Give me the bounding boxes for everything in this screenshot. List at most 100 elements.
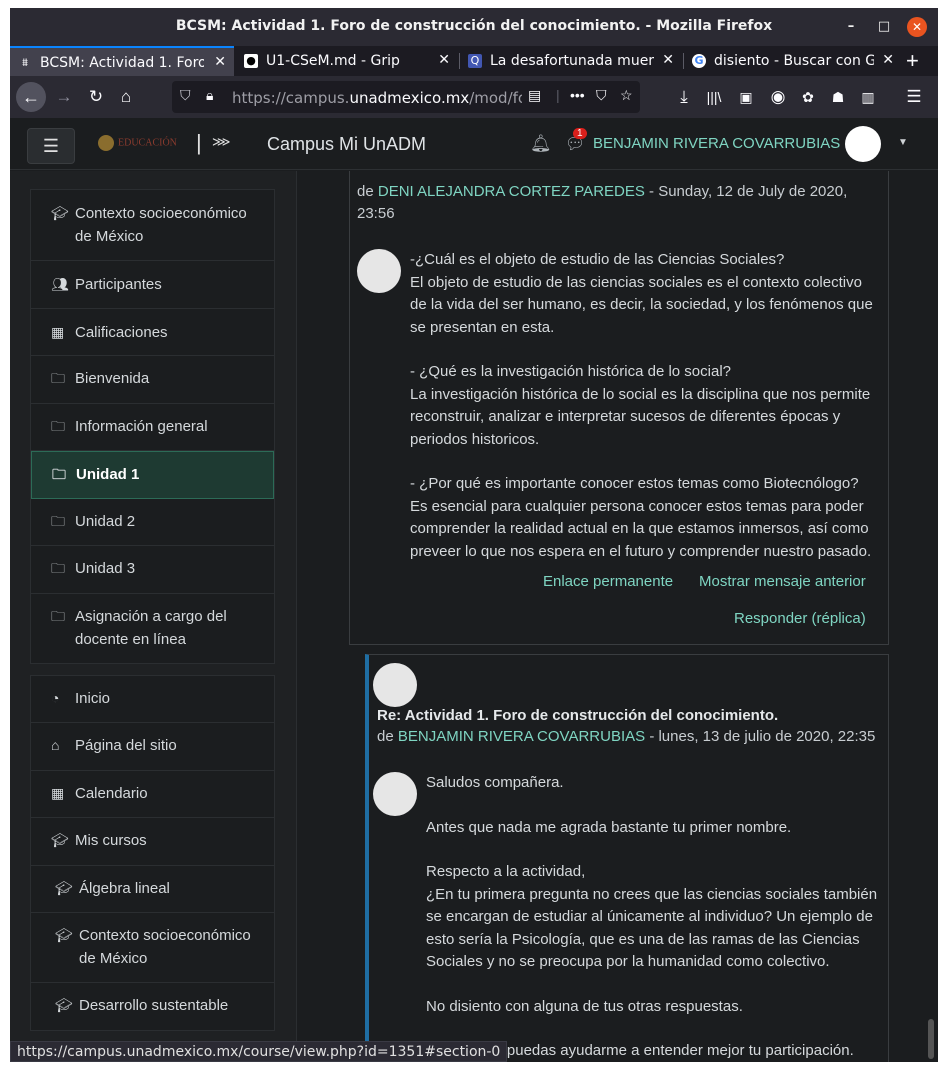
account-icon[interactable]: ◉	[766, 85, 790, 109]
show-parent-link[interactable]: Mostrar mensaje anterior	[699, 573, 866, 590]
sidebar-item-course[interactable]: 🎓︎ Contexto socioeconómico de México	[31, 190, 274, 261]
lock-icon[interactable]: 🔒︎	[206, 87, 213, 104]
graduation-cap-icon: 🎓︎	[51, 205, 69, 221]
post-message: -¿Cuál es el objeto de estudio de las Ci…	[410, 251, 873, 560]
site-nav: ◔ Inicio ⌂ Página del sitio ▦ Calendario 🎓︎…	[30, 675, 275, 1031]
site-name[interactable]: Campus Mi UnADM	[267, 134, 426, 155]
sidebar-item-site-page[interactable]: ⌂ Página del sitio	[31, 723, 274, 771]
title-bar: BCSM: Actividad 1. Foro de construcción …	[10, 8, 938, 46]
tab-strip: ⩩ BCSM: Actividad 1. Foro ✕ ● U1-CSeM.md…	[10, 46, 938, 76]
sep-logo[interactable]: EDUCACIÓN	[98, 135, 177, 151]
close-tab-icon[interactable]: ✕	[662, 52, 674, 68]
tab-label: La desafortunada muerte	[490, 53, 654, 69]
url-bar[interactable]: ⛉ 🔒︎ https://campus.unadmexico.mx/mod/fo…	[172, 81, 640, 113]
sidebar-item-algebra[interactable]: 🎓︎ Álgebra lineal	[31, 866, 274, 913]
author-avatar[interactable]	[373, 663, 417, 707]
campus-icon: ⩩	[22, 56, 28, 69]
tracking-shield-icon[interactable]: ⛉	[180, 87, 191, 104]
graduation-cap-icon: 🎓︎	[55, 997, 73, 1013]
reply-link[interactable]: Responder (réplica)	[734, 610, 866, 627]
close-tab-icon[interactable]: ✕	[882, 52, 894, 68]
tab-forum[interactable]: ⩩ BCSM: Actividad 1. Foro ✕	[10, 46, 234, 76]
extension-avatar-icon[interactable]: ☗	[826, 85, 850, 109]
site-header: ☰ EDUCACIÓN | ⋙ Campus Mi UnADM 🔔︎ 💬︎ 1 B…	[10, 118, 938, 170]
scrollbar-thumb[interactable]	[928, 1019, 934, 1059]
author-avatar[interactable]	[357, 249, 401, 293]
reader-view-icon[interactable]: ▤	[528, 87, 541, 104]
sidebar-toggle-icon[interactable]: ▣	[734, 85, 758, 109]
post-message: Saludos compañera. Antes que nada me agr…	[426, 774, 878, 1059]
sidebar-item-contexto[interactable]: 🎓︎ Contexto socioeconómico de México	[31, 913, 274, 983]
sidebar-item-unidad-2[interactable]: 🗀 Unidad 2	[31, 499, 274, 546]
unadm-logo-icon[interactable]: ⋙	[212, 134, 231, 150]
notifications-bell-icon[interactable]: 🔔︎	[530, 134, 552, 154]
menu-icon[interactable]: ☰	[902, 85, 926, 109]
extension-icon[interactable]: ✿	[796, 85, 820, 109]
pocket-icon[interactable]: ⛉	[596, 87, 607, 104]
seal-icon	[98, 135, 114, 151]
user-name[interactable]: BENJAMIN RIVERA COVARRUBIAS	[593, 135, 840, 152]
permalink-link[interactable]: Enlace permanente	[543, 573, 673, 590]
navigation-bar: ← → ↻ ⌂ ⛉ 🔒︎ https://campus.unadmexico.m…	[10, 76, 938, 118]
forum-content: de DENI ALEJANDRA CORTEZ PAREDES - Sunda…	[296, 171, 924, 1062]
messages-icon[interactable]: 💬︎ 1	[565, 128, 587, 154]
sidebar-item-sustentable[interactable]: 🎓︎ Desarrollo sustentable	[31, 983, 274, 1030]
page-actions-icon[interactable]: •••	[570, 87, 585, 103]
sidebar-item-inicio[interactable]: ◔ Inicio	[31, 676, 274, 723]
downloads-icon[interactable]: ⤓	[672, 85, 696, 109]
navigation-drawer: 🎓︎ Contexto socioeconómico de México 👥︎ Pa…	[10, 171, 296, 1062]
post-byline: de BENJAMIN RIVERA COVARRUBIAS - lunes, …	[377, 728, 876, 745]
maximize-button[interactable]: □	[874, 17, 894, 37]
user-avatar[interactable]	[845, 126, 881, 162]
sidebar-item-calendar[interactable]: ▦ Calendario	[31, 771, 274, 818]
quizlet-icon: Q	[468, 54, 482, 68]
post-byline: de DENI ALEJANDRA CORTEZ PAREDES - Sunda…	[357, 183, 848, 222]
calendar-icon: ▦	[51, 785, 65, 801]
sidebar-item-general-info[interactable]: 🗀 Información general	[31, 404, 274, 451]
reload-button[interactable]: ↻	[84, 85, 108, 109]
extension-grid-icon[interactable]: ▥	[856, 85, 880, 109]
back-button[interactable]: ←	[16, 82, 46, 112]
sidebar-item-my-courses[interactable]: 🎓︎ Mis cursos	[31, 818, 274, 866]
sidebar-item-welcome[interactable]: 🗀 Bienvenida	[31, 356, 274, 404]
tab-grip[interactable]: ● U1-CSeM.md - Grip ✕	[236, 46, 458, 76]
sidebar-item-docente[interactable]: 🗀 Asignación a cargo del docente en línea	[31, 594, 274, 663]
group-avatar[interactable]	[373, 772, 417, 816]
tab-google[interactable]: G disiento - Buscar con Goo ✕	[684, 46, 902, 76]
users-icon: 👥︎	[51, 276, 69, 292]
sidebar-item-unidad-1[interactable]: 🗀 Unidad 1	[31, 451, 274, 499]
folder-icon: 🗀	[52, 466, 66, 482]
tab-label: disiento - Buscar con Goo	[714, 53, 874, 69]
logo-divider: |	[196, 130, 202, 155]
close-tab-icon[interactable]: ✕	[214, 54, 226, 70]
window-title: BCSM: Actividad 1. Foro de construcción …	[175, 18, 773, 34]
library-icon[interactable]: |||\	[702, 85, 726, 109]
new-tab-button[interactable]: +	[906, 48, 919, 74]
drawer-toggle-button[interactable]: ☰	[27, 128, 75, 164]
sidebar-item-participants[interactable]: 👥︎ Participantes	[31, 261, 274, 309]
forward-button[interactable]: →	[52, 85, 76, 109]
tab-label: U1-CSeM.md - Grip	[266, 53, 400, 69]
sidebar-item-grades[interactable]: ▦ Calificaciones	[31, 309, 274, 356]
graduation-cap-icon: 🎓︎	[55, 880, 73, 896]
graduation-cap-icon: 🎓︎	[55, 927, 73, 943]
tab-quizlet[interactable]: Q La desafortunada muerte ✕	[460, 46, 682, 76]
folder-icon: 🗀	[51, 608, 65, 624]
course-nav: 🎓︎ Contexto socioeconómico de México 👥︎ Pa…	[30, 189, 275, 664]
folder-icon: 🗀	[51, 418, 65, 434]
close-window-button[interactable]: ✕	[907, 17, 927, 37]
close-tab-icon[interactable]: ✕	[438, 52, 450, 68]
post-author-link[interactable]: BENJAMIN RIVERA COVARRUBIAS	[398, 728, 645, 745]
folder-icon: 🗀	[51, 560, 65, 576]
sidebar-item-unidad-3[interactable]: 🗀 Unidad 3	[31, 546, 274, 594]
tab-label: BCSM: Actividad 1. Foro	[40, 55, 204, 71]
url-text[interactable]: https://campus.unadmexico.mx/mod/fo	[232, 89, 522, 107]
page-scrollbar[interactable]	[924, 171, 938, 1062]
graduation-cap-icon: 🎓︎	[51, 832, 69, 848]
bookmark-star-icon[interactable]: ☆	[620, 87, 633, 104]
post-author-link[interactable]: DENI ALEJANDRA CORTEZ PAREDES	[378, 183, 645, 200]
home-button[interactable]: ⌂	[114, 85, 138, 109]
minimize-button[interactable]: –	[841, 17, 861, 37]
user-menu-chevron-icon[interactable]: ▼	[898, 137, 908, 148]
github-icon: ●	[244, 54, 258, 68]
